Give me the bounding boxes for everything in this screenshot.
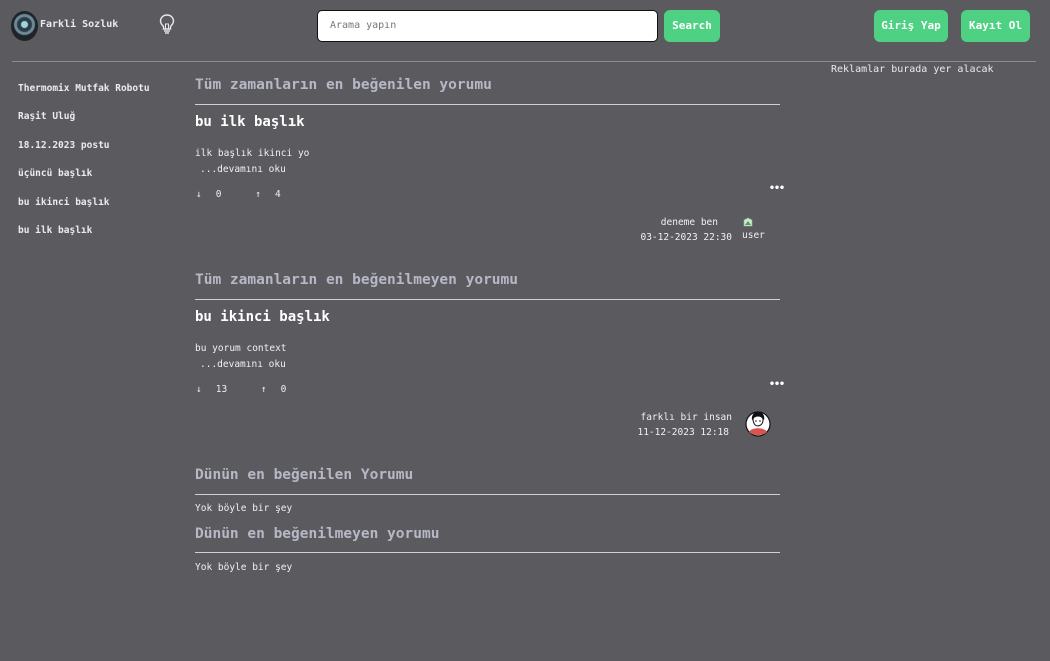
sidebar-item-18-12-2023[interactable]: 18.12.2023 postu: [18, 139, 150, 167]
read-more-link[interactable]: ...devamını oku: [195, 357, 287, 373]
vote-bar: ↓ 13 ↑ 0: [196, 384, 314, 395]
post-date: 03-12-2023 22:30: [640, 232, 732, 243]
ads-placeholder: Reklamlar burada yer alacak: [831, 64, 994, 75]
read-more-link[interactable]: ...devamını oku: [195, 162, 309, 178]
section-title-best-all-time: Tüm zamanların en beğenilen yorumu: [195, 77, 492, 93]
empty-message: Yok böyle bir şey: [195, 562, 293, 573]
search-input[interactable]: Arama yapın: [317, 10, 658, 42]
lightbulb-icon[interactable]: [157, 13, 177, 35]
section-divider: [195, 552, 780, 553]
search-button[interactable]: Search: [664, 10, 720, 42]
downvote-button[interactable]: ↓ 0: [196, 189, 235, 200]
post-body: ilk başlık ikinci yo ...devamını oku: [195, 146, 309, 178]
login-button[interactable]: Giriş Yap: [874, 10, 948, 42]
author-name[interactable]: farklı bir insan: [592, 410, 732, 425]
signup-button[interactable]: Kayıt Ol: [961, 10, 1030, 42]
header-divider: [12, 61, 1036, 62]
section-divider: [195, 299, 780, 300]
vote-bar: ↓ 0 ↑ 4: [196, 189, 309, 200]
avatar[interactable]: user: [742, 213, 768, 241]
avatar-alt-text: user: [742, 230, 765, 241]
author-info: farklı bir insan 11-12-2023 12:18: [592, 410, 732, 440]
upvote-count: 0: [280, 384, 287, 395]
author-info: deneme ben 03-12-2023 22:30: [592, 215, 732, 245]
downvote-button[interactable]: ↓ 13: [196, 384, 241, 395]
downvote-count: 0: [215, 189, 222, 200]
site-logo[interactable]: [11, 11, 38, 41]
post-text: ilk başlık ikinci yo: [195, 148, 310, 159]
sidebar: Thermomix Mutfak Robotu Raşit Uluğ 18.12…: [18, 82, 150, 252]
sidebar-item-ikinci-baslik[interactable]: bu ikinci başlık: [18, 196, 150, 224]
arrow-down-icon: ↓: [196, 189, 202, 200]
author-name[interactable]: deneme ben: [592, 215, 732, 230]
post-date: 11-12-2023 12:18: [637, 427, 729, 438]
upvote-count: 4: [274, 189, 281, 200]
section-title-worst-yesterday: Dünün en beğenilmeyen yorumu: [195, 526, 440, 542]
arrow-down-icon: ↓: [196, 384, 202, 395]
sidebar-item-rasit-ulug[interactable]: Raşit Uluğ: [18, 110, 150, 138]
empty-message: Yok böyle bir şey: [195, 503, 293, 514]
site-title[interactable]: Farkli Sozluk: [40, 19, 118, 30]
post-title[interactable]: bu ikinci başlık: [195, 309, 330, 325]
arrow-up-icon: ↑: [260, 384, 267, 395]
section-title-best-yesterday: Dünün en beğenilen Yorumu: [195, 467, 414, 483]
section-divider: [195, 494, 780, 495]
post-body: bu yorum context ...devamını oku: [195, 341, 287, 373]
downvote-count: 13: [215, 384, 228, 395]
broken-image-icon: [743, 217, 753, 227]
post-text: bu yorum context: [195, 343, 287, 354]
sidebar-item-ilk-baslik[interactable]: bu ilk başlık: [18, 224, 150, 252]
more-options-icon[interactable]: •••: [769, 379, 785, 390]
more-options-icon[interactable]: •••: [769, 183, 785, 194]
post-title[interactable]: bu ilk başlık: [195, 114, 305, 130]
section-title-worst-all-time: Tüm zamanların en beğenilmeyen yorumu: [195, 272, 519, 288]
upvote-button[interactable]: ↑ 0: [261, 384, 300, 395]
section-divider: [195, 104, 780, 105]
sidebar-item-ucuncu-baslik[interactable]: üçüncü başlık: [18, 167, 150, 195]
search-placeholder: Arama yapın: [330, 20, 397, 31]
sidebar-item-thermomix[interactable]: Thermomix Mutfak Robotu: [18, 82, 150, 110]
upvote-button[interactable]: ↑ 4: [255, 189, 294, 200]
arrow-up-icon: ↑: [255, 189, 261, 200]
avatar[interactable]: [745, 410, 771, 438]
